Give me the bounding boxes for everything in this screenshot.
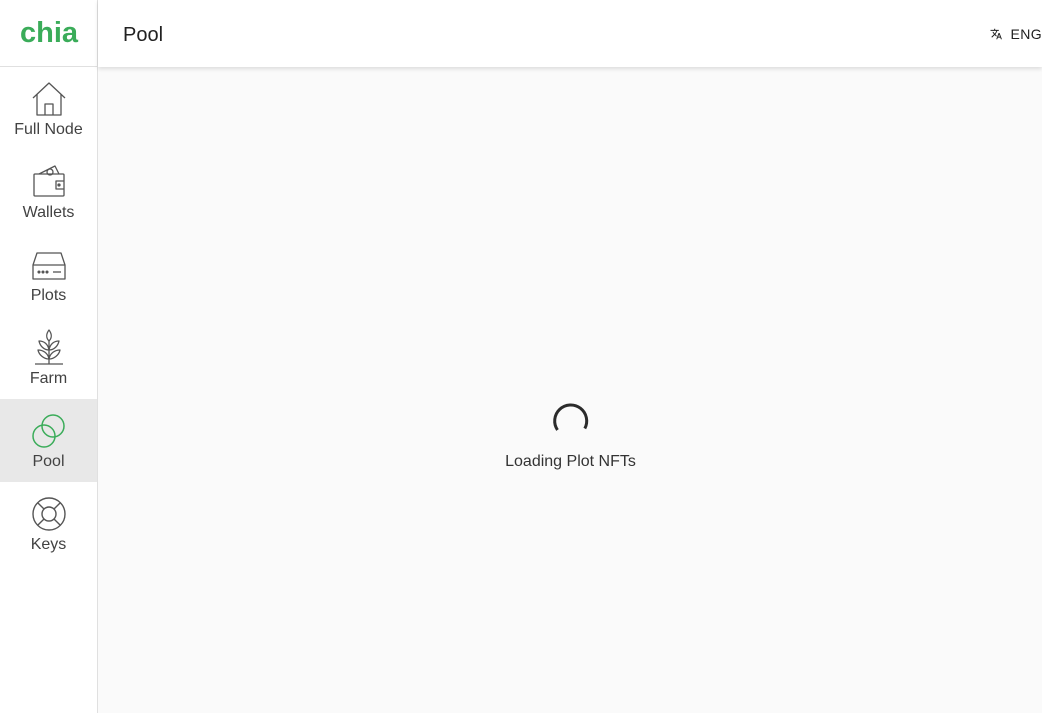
sidebar-item-label: Full Node	[14, 120, 83, 138]
page-title: Pool	[123, 24, 164, 46]
sidebar-item-label: Farm	[29, 369, 68, 387]
sidebar-item-label: Keys	[30, 535, 67, 553]
top-app-bar: Pool ENG	[98, 0, 1042, 67]
wallet-icon	[32, 164, 65, 197]
sidebar-item-plots[interactable]: Plots	[0, 233, 97, 316]
loading-indicator: Loading Plot NFTs	[99, 401, 1042, 471]
sidebar-item-keys[interactable]: Keys	[0, 482, 97, 565]
translate-icon	[990, 28, 1002, 40]
loading-spinner-icon	[552, 403, 588, 431]
sidebar-nav: Full Node Wallets Plots Farm Pool Keys	[0, 67, 97, 565]
svg-text:chia: chia	[19, 18, 78, 48]
loading-text: Loading Plot NFTs	[505, 453, 636, 470]
lifebuoy-icon	[31, 496, 66, 531]
sidebar-item-label: Plots	[30, 286, 67, 304]
plant-icon	[34, 328, 63, 365]
sidebar: chia Full Node Wallets Plots Farm Pool K…	[0, 0, 98, 713]
hard-drive-icon	[31, 251, 66, 280]
language-label: ENG	[1010, 26, 1042, 42]
sidebar-item-wallets[interactable]: Wallets	[0, 150, 97, 233]
app-window: chia Full Node Wallets Plots Farm Pool K…	[0, 0, 1042, 713]
logo-area: chia	[0, 0, 97, 67]
chia-logo[interactable]: chia	[17, 18, 81, 48]
sidebar-item-full-node[interactable]: Full Node	[0, 67, 97, 150]
sidebar-item-label: Wallets	[22, 203, 75, 221]
sidebar-item-label: Pool	[32, 452, 65, 470]
pool-rings-icon	[31, 413, 65, 448]
sidebar-item-farm[interactable]: Farm	[0, 316, 97, 399]
sidebar-item-pool[interactable]: Pool	[0, 399, 97, 482]
home-icon	[32, 81, 65, 116]
main-content: Loading Plot NFTs	[99, 67, 1042, 713]
language-selector[interactable]: ENG	[990, 24, 1042, 44]
